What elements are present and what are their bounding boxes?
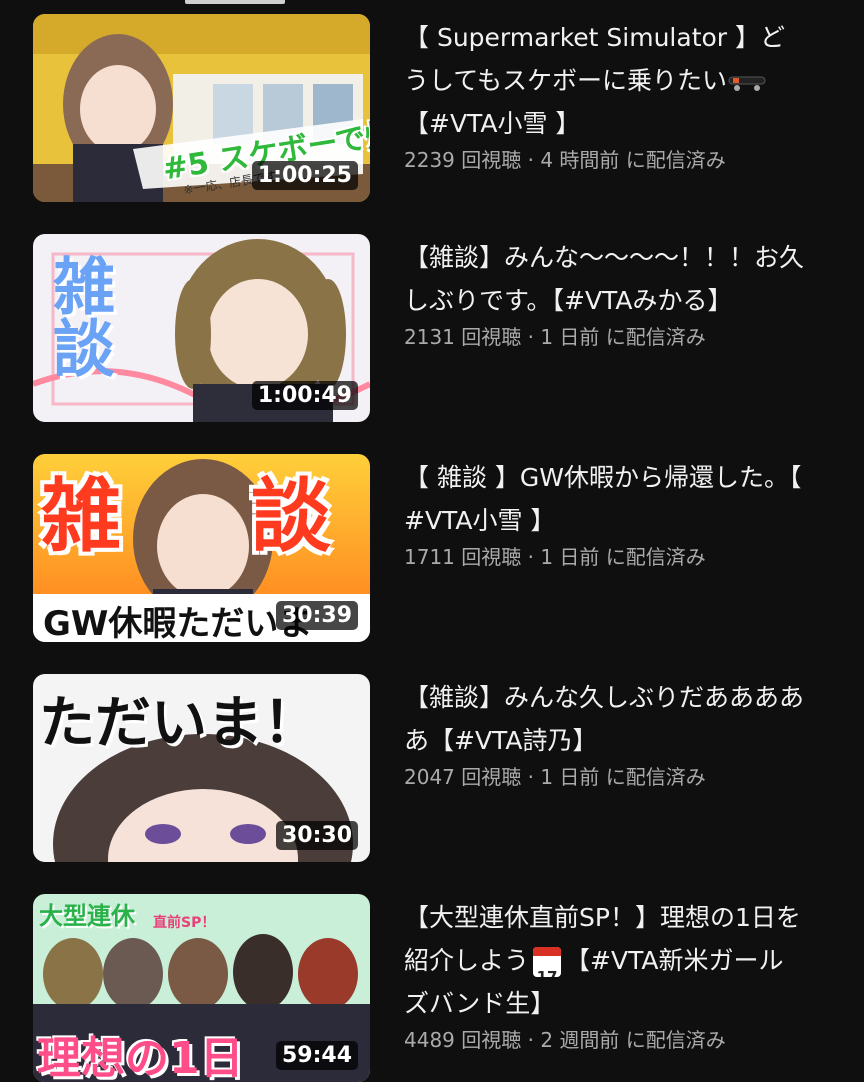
more-options-button[interactable] bbox=[818, 682, 842, 708]
video-thumbnail[interactable]: 雑談 1:00:49 bbox=[33, 234, 370, 422]
calendar-day: 17 bbox=[536, 968, 558, 977]
thumbnail-caption-bottom: 理想の1日 bbox=[37, 1033, 244, 1082]
video-item-5[interactable]: 大型連休 直前SP！ 理想の1日 59:44 【大型連休直前SP！】理想の1日を… bbox=[0, 880, 864, 1082]
video-thumbnail[interactable]: 大型連休 直前SP！ 理想の1日 59:44 bbox=[33, 894, 370, 1082]
thumbnail-caption-top: 大型連休 bbox=[39, 902, 135, 930]
video-title[interactable]: 【 雑談 】GW休暇から帰還した。【 #VTA小雪 】 bbox=[404, 456, 804, 542]
video-stats: 1711 回視聴 · 1 日前 に配信済み bbox=[404, 545, 706, 569]
calendar-icon: 17 bbox=[533, 947, 562, 977]
video-stats: 2131 回視聴 · 1 日前 に配信済み bbox=[404, 325, 706, 349]
thumbnail-caption: ただいま！ bbox=[39, 691, 319, 756]
video-duration: 59:44 bbox=[275, 1041, 358, 1070]
video-title[interactable]: 【 Supermarket Simulator 】どうしてもスケボーに乗りたい【… bbox=[404, 16, 804, 145]
video-duration: 1:00:25 bbox=[251, 161, 358, 190]
video-stats: 2047 回視聴 · 1 日前 に配信済み bbox=[404, 765, 706, 789]
video-title[interactable]: 【雑談】みんな久しぶりだあああああ【#VTA詩乃】 bbox=[404, 676, 804, 762]
video-thumbnail[interactable]: #5 スケボーで帰宅 ※一応、店長です 1:00:25 bbox=[33, 14, 370, 202]
skateboard-icon bbox=[728, 76, 766, 91]
more-options-button[interactable] bbox=[818, 902, 842, 928]
video-stats: 4489 回視聴 · 2 週間前 に配信済み bbox=[404, 1028, 726, 1052]
video-duration: 30:30 bbox=[275, 821, 358, 850]
thumbnail-caption-sp: 直前SP！ bbox=[153, 915, 216, 931]
video-stats: 2239 回視聴 · 4 時間前 に配信済み bbox=[404, 148, 726, 172]
thumbnail-banner: GW休暇ただいま bbox=[43, 604, 313, 642]
video-duration: 30:39 bbox=[275, 601, 358, 630]
video-title[interactable]: 【大型連休直前SP！】理想の1日を紹介しよう 17 【#VTA新米ガールズバンド生】 bbox=[404, 896, 804, 1025]
video-title-tag: 【#VTA小雪 】 bbox=[404, 109, 581, 138]
video-title[interactable]: 【雑談】みんな〜〜〜〜！！！お久しぶりです。【#VTAみかる】 bbox=[404, 236, 804, 322]
more-options-button[interactable] bbox=[818, 22, 842, 48]
video-item-3[interactable]: 雑談 GW休暇ただいま 30:39 【 雑談 】GW休暇から帰還した。【 #VT… bbox=[0, 440, 864, 642]
video-thumbnail[interactable]: ただいま！ 30:30 bbox=[33, 674, 370, 862]
video-item-1[interactable]: #5 スケボーで帰宅 ※一応、店長です 1:00:25 【 Supermarke… bbox=[0, 0, 864, 202]
thumbnail-caption: 雑談 bbox=[42, 254, 115, 378]
more-options-button[interactable] bbox=[818, 462, 842, 488]
video-item-2[interactable]: 雑談 1:00:49 【雑談】みんな〜〜〜〜！！！お久しぶりです。【#VTAみか… bbox=[0, 220, 864, 422]
video-duration: 1:00:49 bbox=[251, 381, 358, 410]
video-thumbnail[interactable]: 雑談 GW休暇ただいま 30:39 bbox=[33, 454, 370, 642]
video-item-4[interactable]: ただいま！ 30:30 【雑談】みんな久しぶりだあああああ【#VTA詩乃】 20… bbox=[0, 660, 864, 862]
thumbnail-caption: 雑談 bbox=[41, 470, 331, 563]
more-options-button[interactable] bbox=[818, 242, 842, 268]
